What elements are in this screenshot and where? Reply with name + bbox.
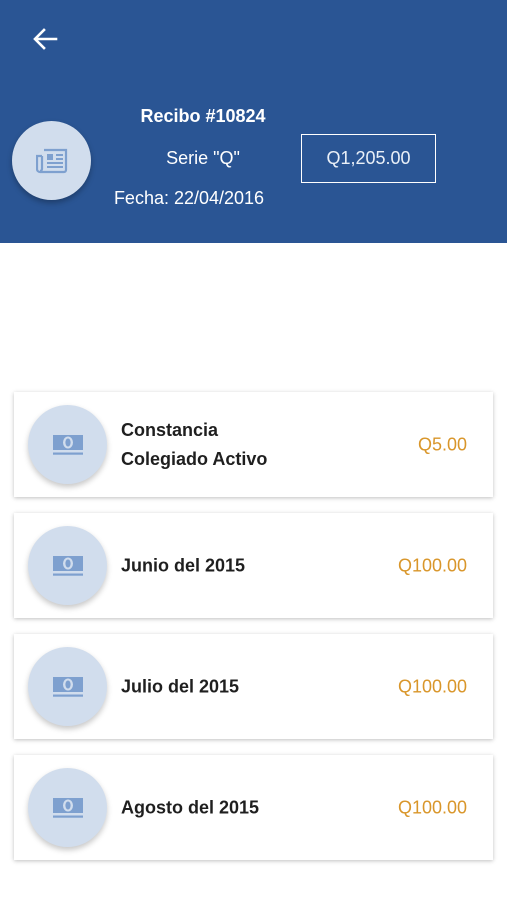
receipt-header: Recibo #10824 Serie "Q" Fecha: 22/04/201…: [0, 0, 507, 243]
list-item[interactable]: Agosto del 2015 Q100.00: [14, 755, 493, 860]
list-item[interactable]: Constancia Colegiado Activo Q5.00: [14, 392, 493, 497]
receipt-series: Serie "Q": [166, 148, 240, 168]
item-label: Agosto del 2015: [121, 797, 260, 817]
item-amount: Q100.00: [397, 555, 467, 575]
money-bill-icon: [52, 434, 83, 455]
item-amount: Q100.00: [397, 676, 467, 696]
money-bill-icon: [52, 797, 83, 818]
receipt-avatar: [12, 121, 91, 200]
item-avatar: [28, 768, 107, 847]
item-avatar: [28, 405, 107, 484]
receipt-number: Recibo #10824: [140, 106, 266, 126]
money-bill-icon: [52, 676, 83, 697]
back-button[interactable]: [28, 22, 62, 56]
receipt-date: Fecha: 22/04/2016: [113, 188, 265, 208]
list-item[interactable]: Junio del 2015 Q100.00: [14, 513, 493, 618]
item-label: Julio del 2015: [121, 676, 240, 696]
item-avatar: [28, 526, 107, 605]
arrow-left-icon: [33, 28, 58, 50]
newspaper-icon: [35, 148, 67, 173]
item-amount: Q5.00: [417, 434, 467, 454]
money-bill-icon: [52, 555, 83, 576]
receipt-total: Q1,205.00: [301, 134, 436, 183]
item-amount: Q100.00: [397, 797, 467, 817]
item-label: Constancia Colegiado Activo: [121, 419, 268, 469]
list-item[interactable]: Julio del 2015 Q100.00: [14, 634, 493, 739]
item-avatar: [28, 647, 107, 726]
item-label: Junio del 2015: [121, 555, 246, 575]
